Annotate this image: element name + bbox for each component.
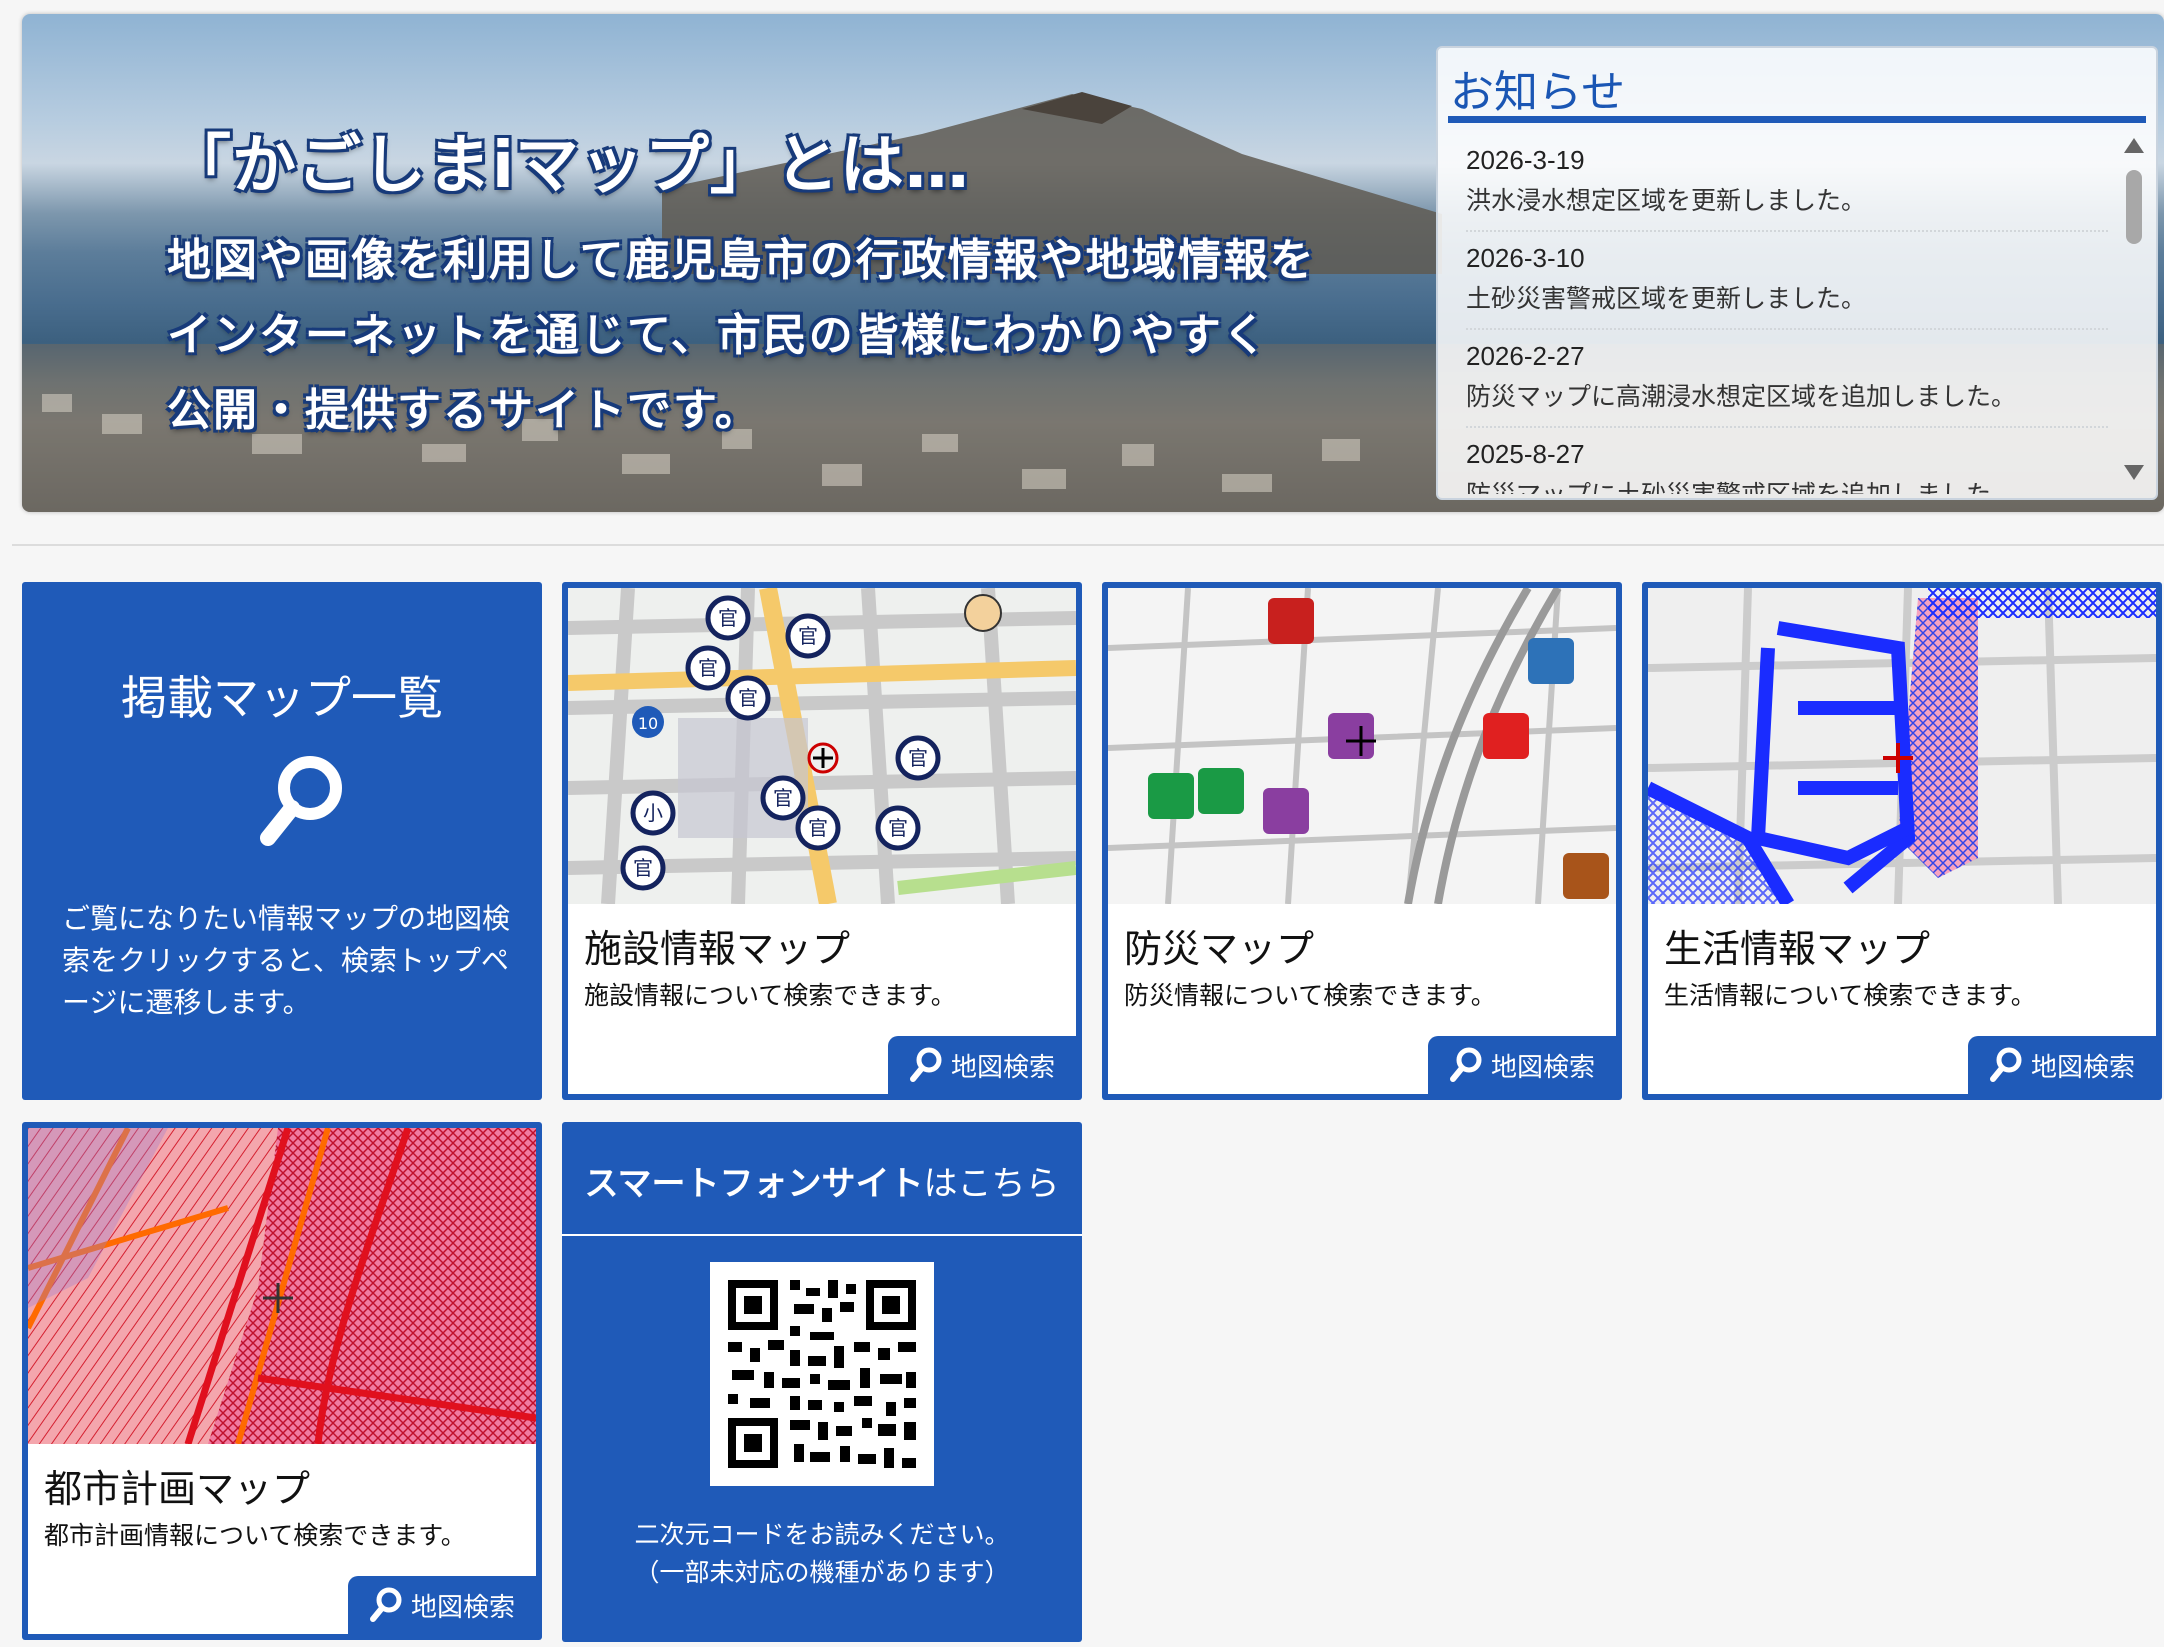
facility-map-title: 施設情報マップ bbox=[584, 927, 851, 971]
svg-text:官: 官 bbox=[718, 606, 738, 630]
city-planning-map-card[interactable]: 都市計画マップ 都市計画情報について検索できます。 地図検索 bbox=[22, 1122, 542, 1640]
disaster-map-search-button[interactable]: 地図検索 bbox=[1428, 1036, 1616, 1094]
search-button-label: 地図検索 bbox=[1490, 1052, 1595, 1083]
search-icon bbox=[909, 1047, 942, 1082]
disaster-map-description: 防災情報について検索できます。 bbox=[1124, 981, 1496, 1010]
hero-text-line-3: 公開・提供するサイトです。 bbox=[167, 385, 761, 436]
city-planning-map-description: 都市計画情報について検索できます。 bbox=[44, 1521, 466, 1550]
news-date: 2026-2-27 bbox=[1466, 341, 1585, 371]
svg-text:官: 官 bbox=[908, 746, 928, 770]
map-list-card: 掲載マップ一覧 ご覧になりたい情報マップの地図検索をクリックすると、検索トップペ… bbox=[22, 582, 542, 1100]
facility-map-description: 施設情報について検索できます。 bbox=[584, 981, 956, 1010]
svg-text:官: 官 bbox=[808, 816, 828, 840]
news-text: 土砂災害警戒区域を更新しました。 bbox=[1466, 284, 1867, 313]
smartphone-site-title: スマートフォンサイトはこちら bbox=[562, 1156, 1082, 1205]
search-icon bbox=[260, 756, 342, 846]
search-button-label: 地図検索 bbox=[950, 1052, 1055, 1083]
qr-code-icon bbox=[710, 1262, 934, 1486]
search-icon bbox=[369, 1587, 402, 1622]
search-button-label: 地図検索 bbox=[410, 1592, 515, 1623]
facility-map-card[interactable]: 官官官 官官官 官官小 官 10 施設情報マップ 施設情報について検索できます。… bbox=[562, 582, 1082, 1100]
news-text: 洪水浸水想定区域を更新しました。 bbox=[1466, 186, 1867, 215]
news-panel: お知らせ 2026-3-19 洪水浸水想定区域を更新しました。 2026-3-1… bbox=[1436, 46, 2158, 500]
scroll-down-arrow-icon[interactable] bbox=[2124, 465, 2144, 480]
smartphone-note-line-2: （一部未対応の機種があります） bbox=[634, 1558, 1010, 1587]
news-date: 2026-3-10 bbox=[1466, 243, 1585, 273]
life-info-map-card[interactable]: 生活情報マップ 生活情報について検索できます。 地図検索 bbox=[1642, 582, 2162, 1100]
disaster-map-card[interactable]: 防災マップ 防災情報について検索できます。 地図検索 bbox=[1102, 582, 1622, 1100]
life-info-map-title: 生活情報マップ bbox=[1664, 927, 1931, 971]
search-icon bbox=[1449, 1047, 1482, 1082]
news-text: 防災マップに土砂災害警戒区域を追加しました。 bbox=[1466, 478, 2108, 494]
map-list-description: ご覧になりたい情報マップの地図検索をクリックすると、検索トップページに遷移します… bbox=[62, 902, 511, 1019]
news-title: お知らせ bbox=[1450, 68, 1626, 117]
news-date: 2026-3-19 bbox=[1466, 145, 1585, 175]
news-date: 2025-8-27 bbox=[1466, 439, 1585, 469]
search-icon bbox=[1989, 1047, 2022, 1082]
news-item: 2025-8-27 防災マップに土砂災害警戒区域を追加しました。 bbox=[1466, 428, 2108, 494]
hero-banner: 「かごしまiマップ」とは… 地図や画像を利用して鹿児島市の行政情報や地域情報を … bbox=[22, 14, 2164, 512]
facility-map-search-button[interactable]: 地図検索 bbox=[888, 1036, 1076, 1094]
life-info-map-thumbnail bbox=[1648, 588, 2156, 904]
smartphone-site-note: 二次元コードをお読みください。 （一部未対応の機種があります） bbox=[562, 1516, 1082, 1592]
scrollbar-thumb[interactable] bbox=[2126, 170, 2142, 244]
section-divider bbox=[12, 544, 2164, 546]
news-item: 2026-2-27 防災マップに高潮浸水想定区域を追加しました。 bbox=[1466, 330, 2108, 428]
news-list[interactable]: 2026-3-19 洪水浸水想定区域を更新しました。 2026-3-10 土砂災… bbox=[1466, 134, 2108, 494]
news-item: 2026-3-10 土砂災害警戒区域を更新しました。 bbox=[1466, 232, 2108, 330]
svg-text:官: 官 bbox=[773, 786, 793, 810]
life-info-map-description: 生活情報について検索できます。 bbox=[1664, 981, 2036, 1010]
map-list-title: 掲載マップ一覧 bbox=[121, 671, 443, 725]
smartphone-note-line-1: 二次元コードをお読みください。 bbox=[634, 1520, 1010, 1549]
smartphone-site-divider bbox=[562, 1234, 1082, 1236]
facility-map-thumbnail: 官官官 官官官 官官小 官 10 bbox=[568, 588, 1076, 904]
disaster-map-title: 防災マップ bbox=[1124, 927, 1315, 971]
news-title-underline bbox=[1448, 116, 2146, 123]
disaster-map-thumbnail bbox=[1108, 588, 1616, 904]
svg-text:官: 官 bbox=[888, 816, 908, 840]
hero-title: 「かごしまiマップ」とは… bbox=[167, 129, 970, 203]
smartphone-site-card: スマートフォンサイトはこちら 二次元コードをお読みください。 （一部未対応の機種… bbox=[562, 1122, 1082, 1642]
hero-text-line-1: 地図や画像を利用して鹿児島市の行政情報や地域情報を bbox=[167, 235, 1316, 286]
news-item: 2026-3-19 洪水浸水想定区域を更新しました。 bbox=[1466, 134, 2108, 232]
city-planning-map-search-button[interactable]: 地図検索 bbox=[348, 1576, 536, 1634]
svg-text:小: 小 bbox=[643, 801, 663, 825]
svg-text:官: 官 bbox=[798, 624, 818, 648]
smartphone-site-title-bold: スマートフォンサイト bbox=[584, 1164, 924, 1204]
scroll-up-arrow-icon[interactable] bbox=[2124, 138, 2144, 153]
news-text: 防災マップに高潮浸水想定区域を追加しました。 bbox=[1466, 382, 2017, 411]
life-info-map-search-button[interactable]: 地図検索 bbox=[1968, 1036, 2156, 1094]
svg-text:官: 官 bbox=[738, 686, 758, 710]
search-button-label: 地図検索 bbox=[2030, 1052, 2135, 1083]
city-planning-map-title: 都市計画マップ bbox=[44, 1467, 311, 1511]
hero-text-line-2: インターネットを通じて、市民の皆様にわかりやすく bbox=[167, 310, 1269, 361]
news-scrollbar[interactable] bbox=[2120, 134, 2148, 484]
city-planning-map-thumbnail bbox=[28, 1128, 536, 1444]
svg-text:官: 官 bbox=[698, 656, 718, 680]
svg-text:10: 10 bbox=[638, 714, 658, 733]
svg-text:官: 官 bbox=[633, 856, 653, 880]
smartphone-site-title-rest: はこちら bbox=[923, 1164, 1060, 1204]
